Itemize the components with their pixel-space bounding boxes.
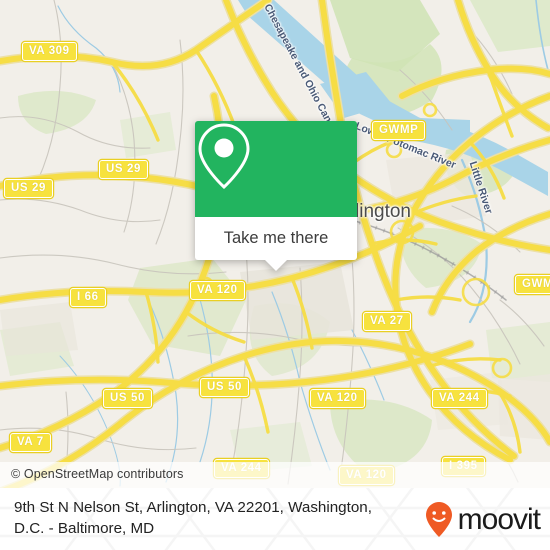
callout-button-label: Take me there: [223, 229, 329, 247]
callout-button[interactable]: Take me there: [195, 217, 357, 271]
map-canvas[interactable]: .wtr{fill:#a9d4e8} .prk{fill:#cfe3b4} .p…: [0, 0, 550, 488]
road-shield[interactable]: I 66: [70, 288, 106, 307]
road-shield[interactable]: VA 7: [10, 433, 51, 452]
map-pin-icon: [198, 123, 250, 190]
address-text: 9th St N Nelson St, Arlington, VA 22201,…: [14, 499, 372, 537]
road-shield[interactable]: VA 309: [22, 42, 77, 61]
road-shield[interactable]: VA 120: [310, 389, 365, 408]
take-me-there-callout[interactable]: Take me there: [195, 121, 357, 271]
osm-attribution: © OpenStreetMap contributors: [11, 467, 184, 481]
road-shield[interactable]: VA 120: [190, 281, 245, 300]
callout-pointer: [265, 260, 287, 271]
road-shield[interactable]: GWMP: [372, 121, 426, 140]
footer-bar: 9th St N Nelson St, Arlington, VA 22201,…: [0, 488, 550, 550]
moovit-wordmark: moovit: [457, 503, 541, 536]
moovit-brand[interactable]: moovit: [424, 501, 541, 539]
road-shield[interactable]: VA 27: [363, 312, 411, 331]
road-shield[interactable]: US 29: [99, 160, 148, 179]
road-shield[interactable]: US 50: [103, 389, 152, 408]
map-attribution-bar: © OpenStreetMap contributors: [0, 462, 550, 488]
callout-icon-area: [195, 121, 357, 217]
road-shield[interactable]: VA 244: [432, 389, 487, 408]
moovit-pin-smiley-icon: [425, 502, 452, 537]
road-shield[interactable]: GWMP: [515, 275, 550, 294]
road-shield[interactable]: US 29: [4, 179, 53, 198]
road-shield[interactable]: US 50: [200, 378, 249, 397]
map-page: .wtr{fill:#a9d4e8} .prk{fill:#cfe3b4} .p…: [0, 0, 550, 550]
